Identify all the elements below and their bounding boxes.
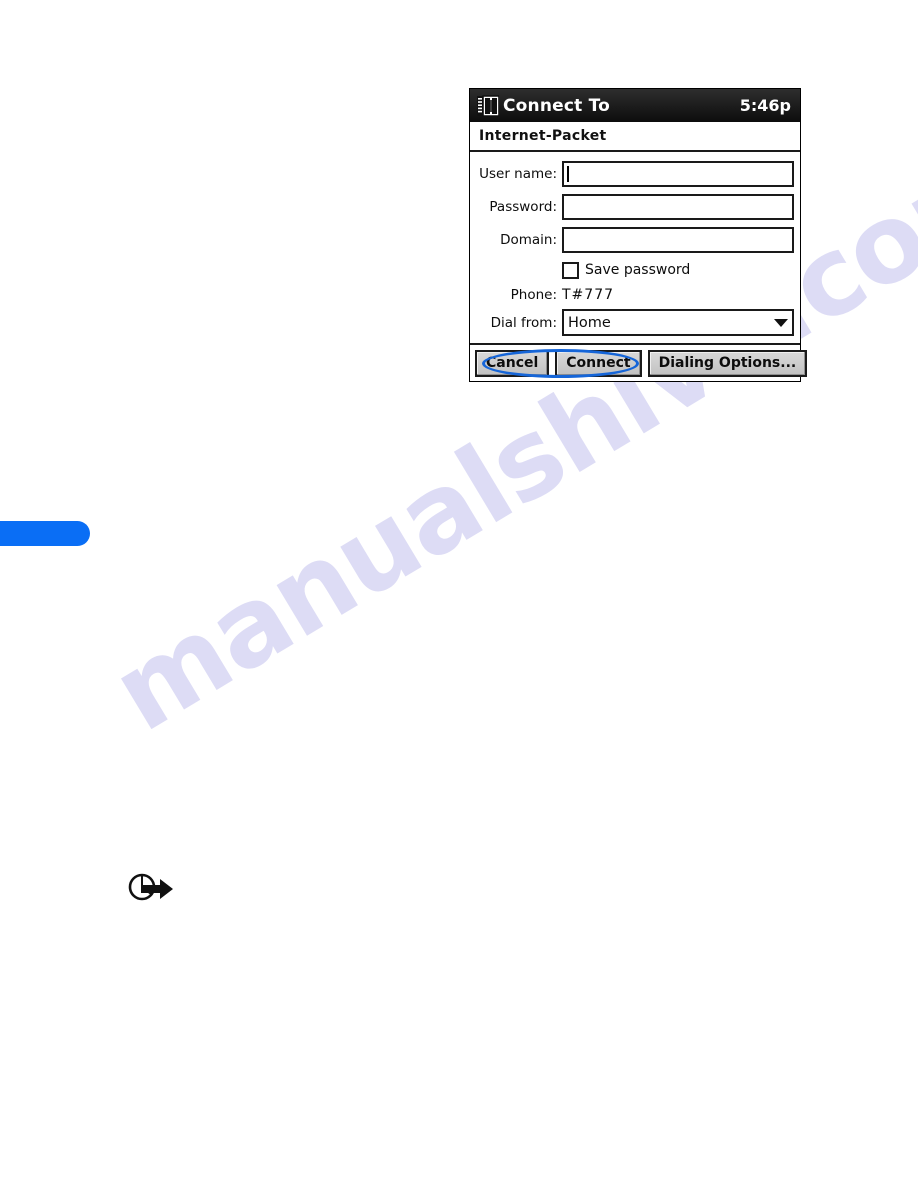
- field-row-domain: Domain:: [476, 225, 794, 254]
- dialog-titlebar: Connect To 5:46p: [470, 89, 800, 122]
- dial-from-value: Home: [568, 314, 611, 331]
- dial-from-label: Dial from:: [490, 314, 557, 331]
- circle-arrow-note-icon: [127, 873, 175, 903]
- connect-form: User name: Password: Domain: Save passwo…: [470, 152, 800, 378]
- username-label: User name:: [479, 165, 557, 182]
- dialog-title: Connect To: [503, 95, 611, 116]
- save-password-label: Save password: [585, 262, 691, 278]
- status-clock: 5:46p: [739, 96, 791, 115]
- dial-from-select[interactable]: Home: [562, 309, 794, 336]
- dial-from-row: Dial from: Home: [476, 308, 794, 337]
- domain-label: Domain:: [500, 231, 557, 248]
- phone-row: Phone: T#777: [476, 283, 794, 306]
- cancel-button[interactable]: Cancel: [475, 349, 550, 377]
- chevron-down-icon[interactable]: [774, 318, 788, 327]
- book-binder-icon: [477, 94, 500, 117]
- username-input[interactable]: [562, 160, 794, 187]
- field-row-username: User name:: [476, 159, 794, 188]
- dialing-options-button[interactable]: Dialing Options...: [647, 349, 808, 377]
- save-password-checkbox[interactable]: [562, 261, 579, 279]
- password-label: Password:: [489, 198, 557, 215]
- connect-button[interactable]: Connect: [555, 349, 642, 377]
- dialog-button-bar: Cancel Connect Dialing Options...: [470, 343, 808, 381]
- phone-label: Phone:: [510, 286, 557, 303]
- save-password-row[interactable]: Save password: [476, 258, 794, 282]
- connection-name-header: Internet-Packet: [470, 122, 800, 152]
- password-input[interactable]: [562, 193, 794, 220]
- connect-to-dialog: Connect To 5:46p Internet-Packet User na…: [469, 88, 808, 382]
- domain-input[interactable]: [562, 226, 794, 253]
- connection-name: Internet-Packet: [479, 128, 607, 144]
- page-edge-tab: [0, 521, 90, 546]
- phone-value: T#777: [562, 286, 615, 303]
- field-row-password: Password:: [476, 192, 794, 221]
- text-caret: [567, 165, 569, 182]
